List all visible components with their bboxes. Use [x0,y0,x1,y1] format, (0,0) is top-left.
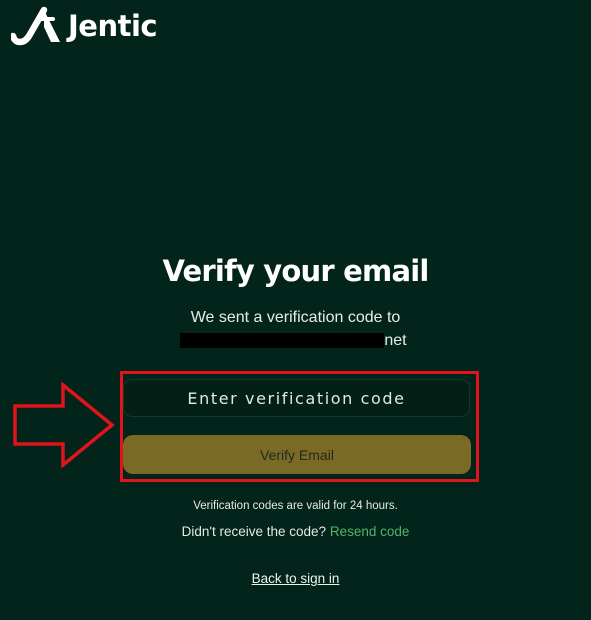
resend-row: Didn't receive the code? Resend code [0,524,591,539]
back-to-sign-in-link[interactable]: Back to sign in [252,571,340,586]
arrow-right-outline-icon [13,382,115,468]
verification-code-field[interactable] [123,379,470,417]
verify-email-button[interactable]: Verify Email [123,435,471,474]
validity-note: Verification codes are valid for 24 hour… [193,500,398,512]
brand-logo[interactable]: Jentic [11,6,158,46]
resend-prompt: Didn't receive the code? [181,524,327,539]
jentic-logo-icon [11,6,60,46]
redaction-bar [180,333,384,348]
sent-message: We sent a verification code to [190,309,401,326]
resend-code-link[interactable]: Resend code [330,524,410,539]
page-title: Verify your email [162,254,430,288]
back-row: Back to sign in [0,571,591,586]
verification-code-input[interactable] [124,380,469,416]
brand-name: Jentic [68,9,158,43]
